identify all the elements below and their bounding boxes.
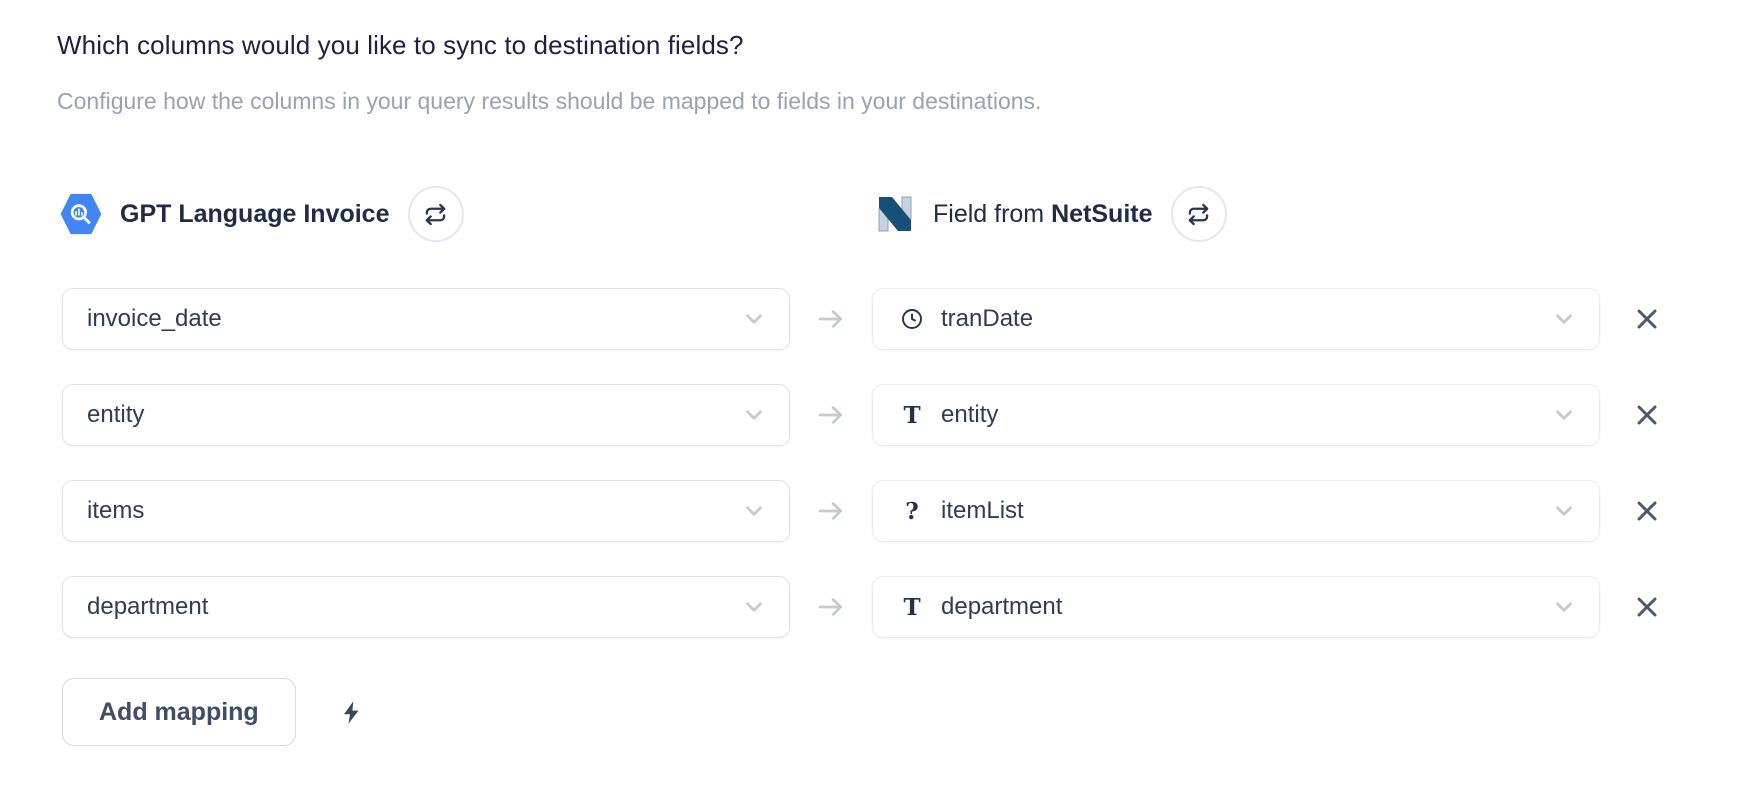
mapping-row-2: entity T entity [62,384,1664,446]
arrow-right-icon [790,494,872,528]
remove-mapping-button-4[interactable] [1630,590,1664,624]
source-field-select-3[interactable]: items [62,480,790,542]
source-column-header: GPT Language Invoice [60,184,464,244]
source-field-select-2[interactable]: entity [62,384,790,446]
arrow-right-icon [790,590,872,624]
chevron-down-icon [1551,498,1577,524]
close-icon [1632,496,1662,526]
lightning-icon[interactable] [338,699,365,726]
clock-icon [899,307,925,331]
chevron-down-icon [741,498,767,524]
remove-mapping-button-3[interactable] [1630,494,1664,528]
chevron-down-icon [741,402,767,428]
mapping-row-3: items ? itemList [62,480,1664,542]
remove-mapping-button-2[interactable] [1630,398,1664,432]
destination-field-value: entity [941,401,998,429]
source-field-select-1[interactable]: invoice_date [62,288,790,350]
mapping-rows: invoice_date tranDate ent [62,288,1664,672]
destination-field-value: department [941,593,1062,621]
arrow-right-icon [790,398,872,432]
repeat-icon [424,203,447,226]
destination-field-select-2[interactable]: T entity [872,384,1600,446]
destination-label-prefix: Field from [933,200,1051,228]
destination-field-select-1[interactable]: tranDate [872,288,1600,350]
unknown-type-icon: ? [899,500,925,523]
text-icon: T [899,404,925,427]
chevron-down-icon [741,306,767,332]
source-field-value: department [87,593,208,621]
bigquery-icon [60,193,102,235]
chevron-down-icon [1551,306,1577,332]
chevron-down-icon [1551,594,1577,620]
destination-label-brand: NetSuite [1051,200,1152,228]
destination-field-select-3[interactable]: ? itemList [872,480,1600,542]
source-field-value: items [87,497,144,525]
mapping-row-4: department T department [62,576,1664,638]
text-icon: T [899,596,925,619]
close-icon [1632,592,1662,622]
mapping-row-1: invoice_date tranDate [62,288,1664,350]
chevron-down-icon [1551,402,1577,428]
destination-field-select-4[interactable]: T department [872,576,1600,638]
repeat-icon [1187,203,1210,226]
page-title: Which columns would you like to sync to … [57,30,744,61]
close-icon [1632,304,1662,334]
page-subtitle: Configure how the columns in your query … [57,88,1041,115]
netsuite-icon [875,194,915,234]
source-field-select-4[interactable]: department [62,576,790,638]
footer-actions: Add mapping [62,678,365,746]
destination-swap-button[interactable] [1171,186,1227,242]
source-field-value: invoice_date [87,305,222,333]
source-column-label: GPT Language Invoice [120,200,390,229]
close-icon [1632,400,1662,430]
source-swap-button[interactable] [408,186,464,242]
arrow-right-icon [790,302,872,336]
remove-mapping-button-1[interactable] [1630,302,1664,336]
source-field-value: entity [87,401,144,429]
chevron-down-icon [741,594,767,620]
add-mapping-button[interactable]: Add mapping [62,678,296,746]
destination-field-value: itemList [941,497,1024,525]
destination-column-label: Field from NetSuite [933,200,1153,229]
destination-field-value: tranDate [941,305,1033,333]
destination-column-header: Field from NetSuite [875,184,1227,244]
